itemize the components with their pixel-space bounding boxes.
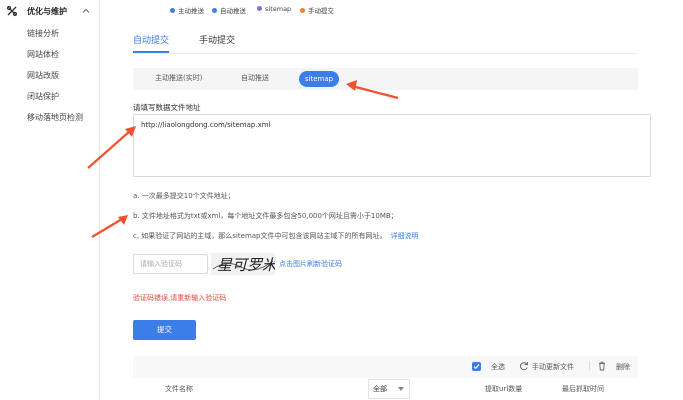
tab-manual-submit[interactable]: 手动提交 bbox=[199, 33, 235, 46]
sidebar-item-site-checkup[interactable]: 网站体检 bbox=[27, 49, 59, 60]
trash-icon[interactable] bbox=[597, 361, 607, 371]
legend-item: 主动推送 bbox=[170, 5, 204, 15]
optimize-icon bbox=[6, 5, 18, 17]
legend-dot bbox=[170, 8, 175, 13]
tab-auto-submit[interactable]: 自动提交 bbox=[133, 33, 169, 46]
captcha-input[interactable] bbox=[133, 254, 208, 274]
legend-dot bbox=[300, 8, 305, 13]
captcha-text: 星可罗米 bbox=[217, 256, 275, 274]
legend-dot bbox=[212, 8, 217, 13]
column-header-url-count: 提取url数量 bbox=[485, 385, 523, 393]
url-field-label: 请填写数据文件地址 bbox=[133, 103, 201, 112]
annotation-arrows bbox=[87, 80, 399, 238]
note-c: c. 如果验证了网站的主域，那么sitemap文件中可包含该网站主域下的所有网址… bbox=[133, 231, 419, 241]
sidebar: 优化与维护 链接分析 网站体检 网站改版 闭站保护 移动落地页检测 bbox=[0, 0, 100, 400]
toolbar-divider bbox=[589, 361, 590, 371]
sidebar-section-header[interactable]: 优化与维护 bbox=[0, 0, 100, 24]
sitemap-url-textarea[interactable] bbox=[133, 114, 651, 177]
legend-item: sitemap bbox=[257, 5, 291, 13]
status-filter-select[interactable]: 全部 bbox=[368, 379, 410, 399]
legend-item: 手动提交 bbox=[300, 5, 334, 15]
sidebar-item-site-revision[interactable]: 网站改版 bbox=[27, 70, 59, 81]
sidebar-item-link-analysis[interactable]: 链接分析 bbox=[27, 28, 59, 39]
column-header-last-fetch: 最后抓取时间 bbox=[562, 385, 604, 393]
sidebar-item-mobile-landing-check[interactable]: 移动落地页检测 bbox=[27, 112, 83, 123]
column-header-file-name: 文件名称 bbox=[165, 385, 193, 393]
subtab-bar: 主动推送(实时) 自动推送 bbox=[133, 68, 638, 90]
select-all-label[interactable]: 全选 bbox=[491, 362, 505, 372]
refresh-icon[interactable] bbox=[519, 361, 529, 371]
note-c-text: c. 如果验证了网站的主域，那么sitemap文件中可包含该网站主域下的所有网址… bbox=[133, 232, 387, 240]
delete-button[interactable]: 删除 bbox=[616, 362, 630, 372]
manual-update-button[interactable]: 手动更新文件 bbox=[532, 362, 574, 372]
legend-dot bbox=[257, 6, 262, 11]
note-b: b. 文件地址格式为txt或xml，每个地址文件最多包含50,000个网址且需小… bbox=[133, 212, 398, 220]
chevron-up-icon[interactable] bbox=[82, 7, 90, 15]
filter-value: 全部 bbox=[373, 385, 387, 393]
sidebar-section-title: 优化与维护 bbox=[27, 7, 67, 16]
tabs-divider bbox=[133, 53, 638, 54]
details-link[interactable]: 详细说明 bbox=[391, 232, 419, 240]
select-all-checkbox[interactable] bbox=[472, 362, 481, 371]
check-icon bbox=[473, 364, 480, 370]
caret-down-icon bbox=[398, 387, 404, 391]
note-a: a. 一次最多提交10个文件地址； bbox=[133, 192, 235, 200]
subtab-sitemap[interactable]: sitemap bbox=[299, 71, 339, 87]
captcha-error-message: 验证码错误,请重新输入验证码 bbox=[133, 294, 227, 302]
captcha-refresh-link[interactable]: 点击图片刷新验证码 bbox=[279, 259, 342, 269]
sidebar-item-site-closure-protection[interactable]: 闭站保护 bbox=[27, 91, 59, 102]
legend-item: 自动推送 bbox=[212, 5, 246, 15]
submit-button[interactable]: 提交 bbox=[133, 320, 196, 340]
subtab-auto-push[interactable]: 自动推送 bbox=[241, 73, 269, 83]
captcha-image[interactable]: 星可罗米 bbox=[211, 253, 275, 275]
subtab-active-push[interactable]: 主动推送(实时) bbox=[155, 73, 202, 83]
